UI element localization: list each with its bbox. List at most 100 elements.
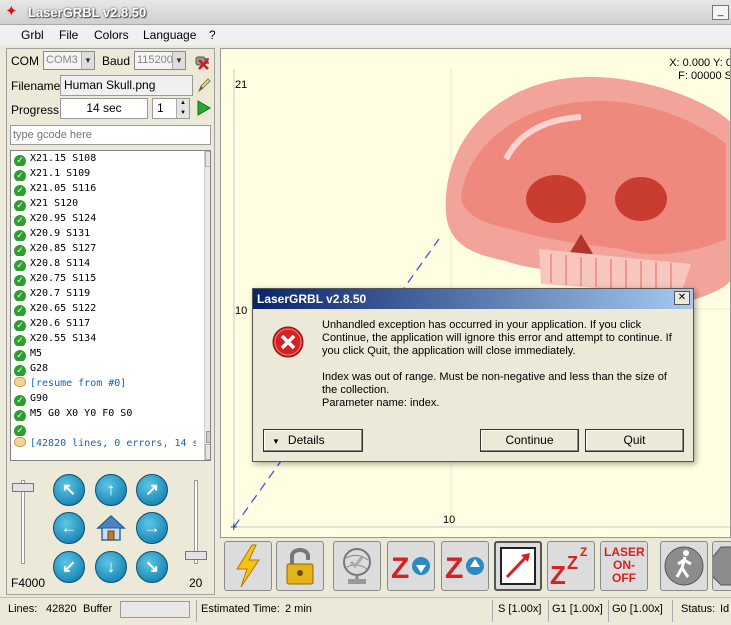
list-item-text: G28	[30, 363, 49, 374]
baud-label: Baud	[102, 54, 131, 68]
dialog-title-bar: LaserGRBL v2.8.50 ✕	[253, 289, 693, 309]
list-item: ✓ X21.05 S116	[11, 181, 196, 196]
details-button-label: Details	[287, 433, 325, 447]
list-item-text: X20.65 S122	[30, 303, 97, 314]
list-item-text: X20.85 S127	[30, 243, 97, 254]
jog-up-icon[interactable]: ↑	[95, 474, 127, 506]
jog-down-right-icon[interactable]: ↘	[136, 551, 168, 583]
list-item: ✓ G28	[11, 361, 196, 376]
lines-label: Lines:	[8, 603, 38, 615]
home-icon[interactable]	[95, 512, 127, 544]
z-down-icon: Z	[391, 552, 430, 585]
list-item: ✓	[11, 421, 196, 436]
list-item-text: X21 S120	[30, 198, 79, 209]
position-fs: F: 00000 S	[678, 70, 731, 82]
baud-value: 115200	[137, 54, 173, 66]
minimize-button[interactable]: _	[712, 5, 729, 20]
quit-button[interactable]: Quit	[585, 429, 684, 452]
list-item-text: X21.1 S109	[30, 168, 91, 179]
jog-right-icon[interactable]: →	[136, 512, 168, 544]
zzz-icon: Z Z Z	[550, 545, 587, 590]
status-separator	[672, 600, 673, 622]
step-value: 20	[189, 576, 203, 590]
connect-plug-icon[interactable]	[192, 51, 212, 71]
position-xy: X: 0.000 Y: 0	[669, 57, 731, 69]
gcode-log-list[interactable]: ✓ X21.15 S108 ✓ X21.1 S109 ✓ X21.05 S116 ✓ X21 …	[10, 150, 211, 461]
svg-text:Z: Z	[445, 552, 463, 585]
dialog-title: LaserGRBL v2.8.50	[257, 292, 367, 306]
check-icon: ✓	[14, 425, 26, 436]
chevron-down-icon: ▼	[81, 52, 94, 69]
menu-colors[interactable]: Colors	[94, 28, 129, 42]
log-scrollbar[interactable]: ▲ ▼	[204, 151, 210, 460]
estimated-time-value: 2 min	[285, 603, 312, 615]
details-button[interactable]: ▼ Details	[263, 429, 363, 452]
stop-button[interactable]	[712, 541, 731, 591]
list-item: ✓ X20.9 S131	[11, 226, 196, 241]
jog-down-left-icon[interactable]: ↙	[53, 551, 85, 583]
walk-button[interactable]	[660, 541, 708, 591]
unlock-button[interactable]	[276, 541, 324, 591]
reset-grbl-button[interactable]	[224, 541, 272, 591]
dialog-message: Unhandled exception has occurred in your…	[322, 319, 672, 357]
run-play-icon[interactable]	[196, 99, 212, 117]
step-slider-thumb[interactable]	[185, 551, 207, 560]
y-axis-tick-top: 21	[235, 79, 248, 91]
chevron-down-icon: ▼	[172, 52, 185, 69]
list-item-text: G90	[30, 393, 49, 404]
go-zero-button[interactable]: Z	[387, 541, 435, 591]
error-icon	[272, 326, 304, 358]
check-icon: ✓	[14, 350, 26, 361]
feed-value: F4000	[11, 576, 46, 590]
check-icon: ✓	[14, 245, 26, 256]
buffer-label: Buffer	[83, 603, 113, 615]
jog-down-icon[interactable]: ↓	[95, 551, 127, 583]
menu-grbl[interactable]: Grbl	[21, 28, 44, 42]
menu-help[interactable]: ?	[209, 28, 216, 42]
list-item: [42820 lines, 0 errors, 14 sec]	[11, 436, 196, 451]
jog-up-right-icon[interactable]: ↗	[136, 474, 168, 506]
stepper-up-icon[interactable]: ▲	[176, 99, 189, 108]
gcode-command-input[interactable]	[10, 125, 211, 145]
feed-slider-thumb[interactable]	[12, 483, 34, 492]
menu-bar: Grbl File Colors Language ?	[0, 25, 731, 45]
list-item: ✓ X20.7 S119	[11, 286, 196, 301]
repeat-count-value: 1	[157, 101, 164, 115]
list-item: [resume from #0]	[11, 376, 196, 391]
status-separator	[608, 600, 609, 622]
repeat-count-stepper[interactable]: 1 ▲ ▼	[152, 98, 190, 119]
jog-up-left-icon[interactable]: ↖	[53, 474, 85, 506]
stop-icon	[713, 546, 731, 586]
g1-override[interactable]: G1 [1.00x]	[552, 603, 603, 615]
padlock-icon	[286, 548, 314, 585]
homing-button[interactable]	[333, 541, 381, 591]
check-icon: ✓	[14, 155, 26, 166]
menu-language[interactable]: Language	[143, 28, 196, 42]
g0-override[interactable]: G0 [1.00x]	[612, 603, 663, 615]
x-axis-tick-mid: 10	[443, 514, 456, 526]
filename-label: Filename	[11, 79, 61, 93]
menu-file[interactable]: File	[59, 28, 78, 42]
scroll-thumb[interactable]	[206, 431, 210, 443]
check-icon: ✓	[14, 215, 26, 226]
set-zero-button[interactable]: Z	[441, 541, 489, 591]
frame-arrow-icon	[500, 547, 536, 585]
scroll-up-icon[interactable]: ▲	[205, 151, 210, 167]
stepper-down-icon[interactable]: ▼	[176, 108, 189, 118]
feed-slider-track[interactable]	[21, 480, 25, 564]
sleep-button[interactable]: Z Z Z	[547, 541, 595, 591]
baud-select[interactable]: 115200 ▼	[134, 51, 186, 70]
s-override[interactable]: S [1.00x]	[498, 603, 541, 615]
jog-left-icon[interactable]: ←	[53, 512, 85, 544]
scroll-down-icon[interactable]: ▼	[205, 444, 210, 460]
list-item: ✓ G90	[11, 391, 196, 406]
continue-button[interactable]: Continue	[480, 429, 579, 452]
frame-button[interactable]	[494, 541, 542, 591]
svg-text:Z: Z	[567, 553, 578, 573]
com-port-select[interactable]: COM3 ▼	[43, 51, 95, 70]
open-file-pencil-icon[interactable]	[196, 76, 212, 94]
status-separator	[548, 600, 549, 622]
dialog-close-button[interactable]: ✕	[674, 291, 690, 305]
laser-toggle-button[interactable]: LASER ON-OFF	[600, 541, 648, 591]
progress-label: Progress	[11, 103, 60, 117]
